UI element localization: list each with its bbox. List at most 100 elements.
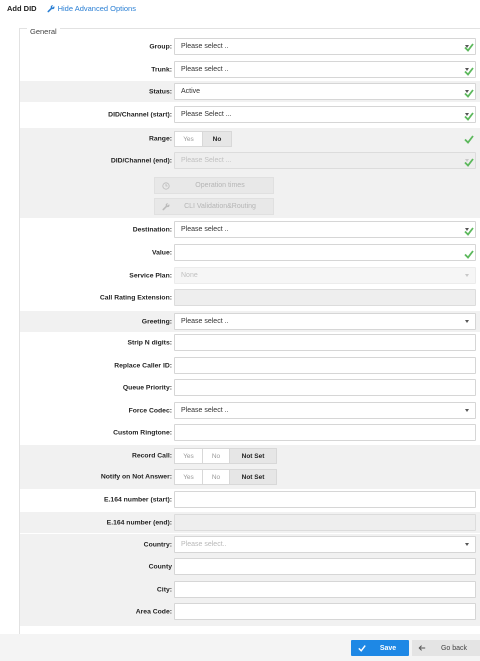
- replace-caller-id-input[interactable]: [174, 357, 476, 374]
- service-plan-label: Service Plan:: [129, 272, 172, 280]
- force-codec-label: Force Codec:: [128, 407, 172, 415]
- record-call-label: Record Call:: [131, 452, 172, 460]
- notify-no-option[interactable]: No: [202, 469, 230, 485]
- greeting-select[interactable]: Please select ..: [174, 313, 476, 330]
- service-plan-select[interactable]: None: [174, 267, 476, 284]
- range-toggle: Yes No: [174, 131, 232, 147]
- go-back-button[interactable]: Go back: [412, 640, 480, 656]
- queue-priority-input[interactable]: [174, 379, 476, 396]
- did-end-row: DID/Channel (end): Please Select ...: [20, 151, 480, 171]
- trunk-label: Trunk:: [151, 66, 172, 74]
- city-input[interactable]: [174, 581, 476, 598]
- e164-start-row: E.164 number (start):: [20, 489, 480, 510]
- check-icon: [464, 67, 474, 76]
- area-code-label: Area Code:: [135, 608, 172, 616]
- operation-times-button[interactable]: Operation times: [154, 177, 274, 194]
- cli-validation-button[interactable]: CLI Validation&Routing: [154, 198, 274, 215]
- trunk-select-value: Please select ..: [181, 66, 229, 73]
- clock-icon: [155, 181, 177, 190]
- record-call-yes-option[interactable]: Yes: [174, 448, 203, 464]
- county-input[interactable]: [174, 558, 476, 575]
- force-codec-row: Force Codec: Please select ..: [20, 401, 480, 421]
- record-call-toggle: Yes No Not Set: [174, 448, 277, 464]
- destination-select[interactable]: Please select ..: [174, 221, 476, 238]
- range-yes-option[interactable]: Yes: [174, 131, 203, 147]
- check-icon: [464, 89, 474, 98]
- status-row: Status: Active: [20, 81, 480, 102]
- e164-end-label: E.164 number (end):: [106, 519, 172, 526]
- replace-caller-id-label: Replace Caller ID:: [114, 362, 172, 370]
- check-icon: [464, 250, 474, 259]
- group-select-value: Please select ..: [181, 43, 229, 50]
- cli-validation-label: CLI Validation&Routing: [184, 203, 256, 210]
- trunk-row: Trunk: Please select ..: [20, 60, 480, 80]
- caret-down-icon: [465, 320, 469, 323]
- record-call-notset-option[interactable]: Not Set: [229, 448, 277, 464]
- caret-down-icon: [465, 274, 469, 277]
- value-input[interactable]: [174, 244, 476, 261]
- wrench-icon: [155, 202, 177, 211]
- did-start-select-value: Please Select ...: [181, 111, 232, 118]
- status-select[interactable]: Active: [174, 83, 476, 100]
- operation-times-label: Operation times: [195, 182, 245, 189]
- did-start-label: DID/Channel (start):: [108, 111, 172, 119]
- top-bar: Add DID Hide Advanced Options: [0, 0, 480, 17]
- check-icon: [464, 112, 474, 121]
- city-label: City:: [156, 586, 172, 594]
- notify-yes-option[interactable]: Yes: [174, 469, 203, 485]
- area-code-row: Area Code:: [20, 602, 480, 622]
- did-end-select[interactable]: Please Select ...: [174, 152, 476, 169]
- trunk-select[interactable]: Please select ..: [174, 61, 476, 78]
- country-label: Country:: [143, 541, 172, 549]
- hide-advanced-options-link[interactable]: Hide Advanced Options: [47, 4, 136, 13]
- record-call-no-option[interactable]: No: [202, 448, 230, 464]
- custom-ringtone-row: Custom Ringtone:: [20, 423, 480, 443]
- call-rating-extension-row: Call Rating Extension:: [20, 288, 480, 308]
- check-icon: [464, 135, 474, 144]
- status-select-value: Active: [181, 88, 201, 95]
- e164-end-row: E.164 number (end):: [20, 512, 480, 533]
- area-code-input[interactable]: [174, 603, 476, 620]
- did-end-select-value: Please Select ...: [181, 157, 232, 164]
- notify-notset-option[interactable]: Not Set: [229, 469, 277, 485]
- did-start-select[interactable]: Please Select ...: [174, 106, 476, 123]
- queue-priority-row: Queue Priority:: [20, 378, 480, 398]
- greeting-row: Greeting: Please select ..: [20, 311, 480, 332]
- value-row: Value:: [20, 243, 480, 263]
- greeting-select-value: Please select ..: [181, 318, 229, 325]
- strip-n-digits-input[interactable]: [174, 334, 476, 351]
- did-end-label: DID/Channel (end):: [110, 157, 172, 165]
- group-select[interactable]: Please select ..: [174, 38, 476, 55]
- strip-n-digits-row: Strip N digits:: [20, 333, 480, 353]
- fieldset-legend: General: [27, 27, 60, 36]
- e164-end-input[interactable]: [174, 514, 476, 531]
- save-button[interactable]: Save: [351, 640, 409, 656]
- notify-on-not-answer-toggle: Yes No Not Set: [174, 469, 277, 485]
- group-row: Group: Please select ..: [20, 37, 480, 57]
- value-label: Value:: [151, 249, 172, 257]
- force-codec-select[interactable]: Please select ..: [174, 402, 476, 419]
- call-rating-extension-input[interactable]: [174, 289, 476, 306]
- greeting-label: Greeting:: [141, 318, 172, 325]
- country-select[interactable]: Please select..: [174, 536, 476, 553]
- country-select-value: Please select..: [181, 541, 227, 548]
- caret-down-icon: [465, 409, 469, 412]
- record-call-row: Record Call: Yes No Not Set: [20, 446, 480, 466]
- range-no-option[interactable]: No: [202, 131, 232, 147]
- save-label: Save: [379, 644, 397, 652]
- destination-label: Destination:: [132, 226, 172, 234]
- check-icon: [464, 227, 474, 236]
- service-plan-select-value: None: [181, 272, 198, 279]
- wrench-icon: [47, 4, 55, 12]
- queue-priority-label: Queue Priority:: [122, 384, 172, 392]
- hide-advanced-options-label: Hide Advanced Options: [57, 4, 136, 13]
- caret-down-icon: [465, 543, 469, 546]
- notify-on-not-answer-row: Notify on Not Answer: Yes No Not Set: [20, 467, 480, 487]
- group-label: Group:: [149, 43, 172, 51]
- custom-ringtone-label: Custom Ringtone:: [113, 429, 172, 437]
- e164-start-input[interactable]: [174, 491, 476, 508]
- status-label: Status:: [148, 88, 172, 95]
- city-row: City:: [20, 580, 480, 600]
- check-icon: [464, 158, 474, 167]
- custom-ringtone-input[interactable]: [174, 424, 476, 441]
